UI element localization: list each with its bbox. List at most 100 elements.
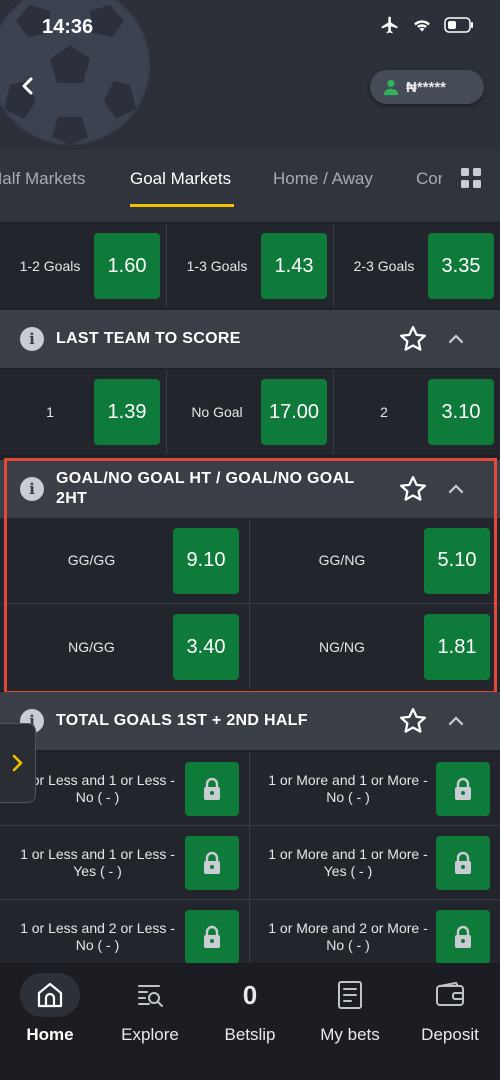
odd-button[interactable]: 3.40 [173, 614, 239, 680]
info-icon[interactable]: i [20, 477, 44, 501]
option-label: 1 or Less and 2 or Less - No ( - ) [20, 920, 175, 953]
section-header-gg-ng[interactable]: i GOAL/NO GOAL HT / GOAL/NO GOAL 2HT [0, 460, 500, 518]
tab-home-away[interactable]: Home / Away [273, 150, 373, 208]
all-markets-button[interactable] [442, 150, 500, 206]
market-tabs: Half Markets Goal Markets Home / Away Co… [0, 150, 500, 222]
lock-icon [455, 777, 471, 800]
status-icons [380, 15, 474, 35]
explore-icon [120, 973, 180, 1017]
odd-button[interactable]: 1.43 [261, 233, 327, 299]
total-goals-option: 1 or More and 1 or More - Yes ( - ) [250, 826, 500, 900]
option-label: GG/NG [318, 552, 366, 568]
total-goals-option: 1 or Less and 1 or Less - Yes ( - ) [0, 826, 250, 900]
option-label: NG/NG [319, 638, 365, 655]
bottom-nav: Home Explore 0 Betslip My bets Deposit [0, 963, 500, 1080]
nav-my-bets[interactable]: My bets [300, 963, 400, 1080]
nav-deposit[interactable]: Deposit [400, 963, 500, 1080]
option-label: 1-3 Goals [186, 257, 248, 274]
airplane-icon [381, 16, 398, 34]
option-label: 2-3 Goals [353, 257, 415, 274]
side-drawer-toggle[interactable] [0, 723, 36, 803]
option-label: 1 or Less and 1 or Less - No ( - ) [20, 771, 175, 805]
total-goals-option: 1 or Less and 2 or Less - No ( - ) [0, 900, 250, 963]
goals-option: 1-2 Goals 1.60 [0, 224, 167, 308]
option-label: 1 [46, 403, 54, 420]
nav-label: Home [26, 1025, 74, 1044]
locked-odd [436, 910, 490, 963]
battery-icon [444, 17, 473, 33]
info-icon[interactable]: i [20, 327, 44, 351]
option-label: 1 or Less and 1 or Less - Yes ( - ) [20, 845, 175, 879]
status-time: 14:36 [42, 16, 94, 38]
star-icon[interactable] [398, 324, 428, 354]
goals-option: 2-3 Goals 3.35 [334, 224, 500, 308]
odd-button[interactable]: 1.39 [94, 379, 160, 445]
section-header-total-goals[interactable]: i TOTAL GOALS 1ST + 2ND HALF [0, 692, 500, 750]
section-title: TOTAL GOALS 1ST + 2ND HALF [56, 712, 308, 729]
locked-odd [436, 835, 490, 890]
chevron-right-icon [12, 754, 22, 772]
back-button[interactable] [12, 70, 44, 102]
odd-button[interactable]: 5.10 [424, 527, 490, 594]
locked-odd [185, 761, 239, 816]
last-team-option: No Goal 17.00 [167, 370, 334, 454]
gg-ng-option: NG/NG 1.81 [250, 604, 500, 690]
locked-odd [185, 910, 239, 963]
gg-ng-option: GG/GG 9.10 [0, 518, 250, 604]
grid-icon [461, 168, 481, 188]
gg-ng-grid: GG/GG 9.10 GG/NG 5.10 NG/GG 3.40 NG/NG 1… [0, 518, 500, 690]
last-team-option: 2 3.10 [334, 370, 500, 454]
chevron-up-icon[interactable] [446, 479, 466, 499]
wifi-icon [414, 20, 430, 32]
chevron-left-icon [22, 77, 33, 95]
gg-ng-option: GG/NG 5.10 [250, 518, 500, 604]
section-header-last-team[interactable]: i LAST TEAM TO SCORE [0, 310, 500, 368]
odd-button[interactable]: 3.10 [428, 379, 494, 445]
odd-button[interactable]: 1.81 [424, 614, 490, 680]
balance-pill[interactable]: ₦***** [370, 70, 484, 104]
option-label: 1-2 Goals [19, 257, 81, 274]
chevron-up-icon[interactable] [446, 711, 466, 731]
chevron-up-icon[interactable] [446, 329, 466, 349]
option-label: GG/GG [67, 552, 116, 568]
total-goals-option: 1 or More and 2 or More - No ( - ) [250, 900, 500, 963]
tab-goal-markets[interactable]: Goal Markets [130, 150, 231, 208]
star-icon[interactable] [398, 474, 428, 504]
nav-label: Explore [121, 1025, 179, 1044]
option-label: 2 [380, 403, 388, 420]
balance-value: ₦***** [406, 78, 447, 96]
locked-odd [436, 761, 490, 816]
odd-button[interactable]: 9.10 [173, 527, 239, 594]
odd-button[interactable]: 1.60 [94, 233, 160, 299]
lock-icon [204, 851, 220, 874]
option-label: 1 or More and 1 or More - No ( - ) [268, 771, 428, 805]
tab-half-markets[interactable]: Half Markets [0, 150, 85, 208]
nav-explore[interactable]: Explore [100, 963, 200, 1080]
lock-icon [204, 777, 220, 800]
home-icon [20, 973, 80, 1017]
goals-option: 1-3 Goals 1.43 [167, 224, 334, 308]
active-tab-indicator [130, 204, 234, 207]
betslip-count: 0 [242, 979, 258, 1010]
nav-home[interactable]: Home [0, 963, 100, 1080]
match-header: 14:36 ₦***** [0, 0, 500, 150]
option-label: 1 or More and 2 or More - No ( - ) [268, 920, 428, 953]
receipt-icon [320, 973, 380, 1017]
lock-icon [455, 925, 471, 948]
goals-range-row: 1-2 Goals 1.60 1-3 Goals 1.43 2-3 Goals … [0, 224, 500, 308]
section-title: GOAL/NO GOAL HT / GOAL/NO GOAL 2HT [56, 470, 355, 507]
wallet-icon [420, 973, 480, 1017]
last-team-row: 1 1.39 No Goal 17.00 2 3.10 [0, 370, 500, 454]
locked-odd [185, 835, 239, 890]
nav-betslip[interactable]: 0 Betslip [200, 963, 300, 1080]
user-icon [383, 79, 399, 96]
nav-label: Deposit [421, 1025, 479, 1044]
section-title: LAST TEAM TO SCORE [56, 330, 241, 347]
total-goals-option: 1 or More and 1 or More - No ( - ) [250, 752, 500, 826]
total-goals-grid: 1 or Less and 1 or Less - No ( - ) 1 or … [0, 752, 500, 963]
nav-label: Betslip [224, 1025, 276, 1044]
total-goals-option: 1 or Less and 1 or Less - No ( - ) [0, 752, 250, 826]
star-icon[interactable] [398, 706, 428, 736]
odd-button[interactable]: 17.00 [261, 379, 327, 445]
odd-button[interactable]: 3.35 [428, 233, 494, 299]
